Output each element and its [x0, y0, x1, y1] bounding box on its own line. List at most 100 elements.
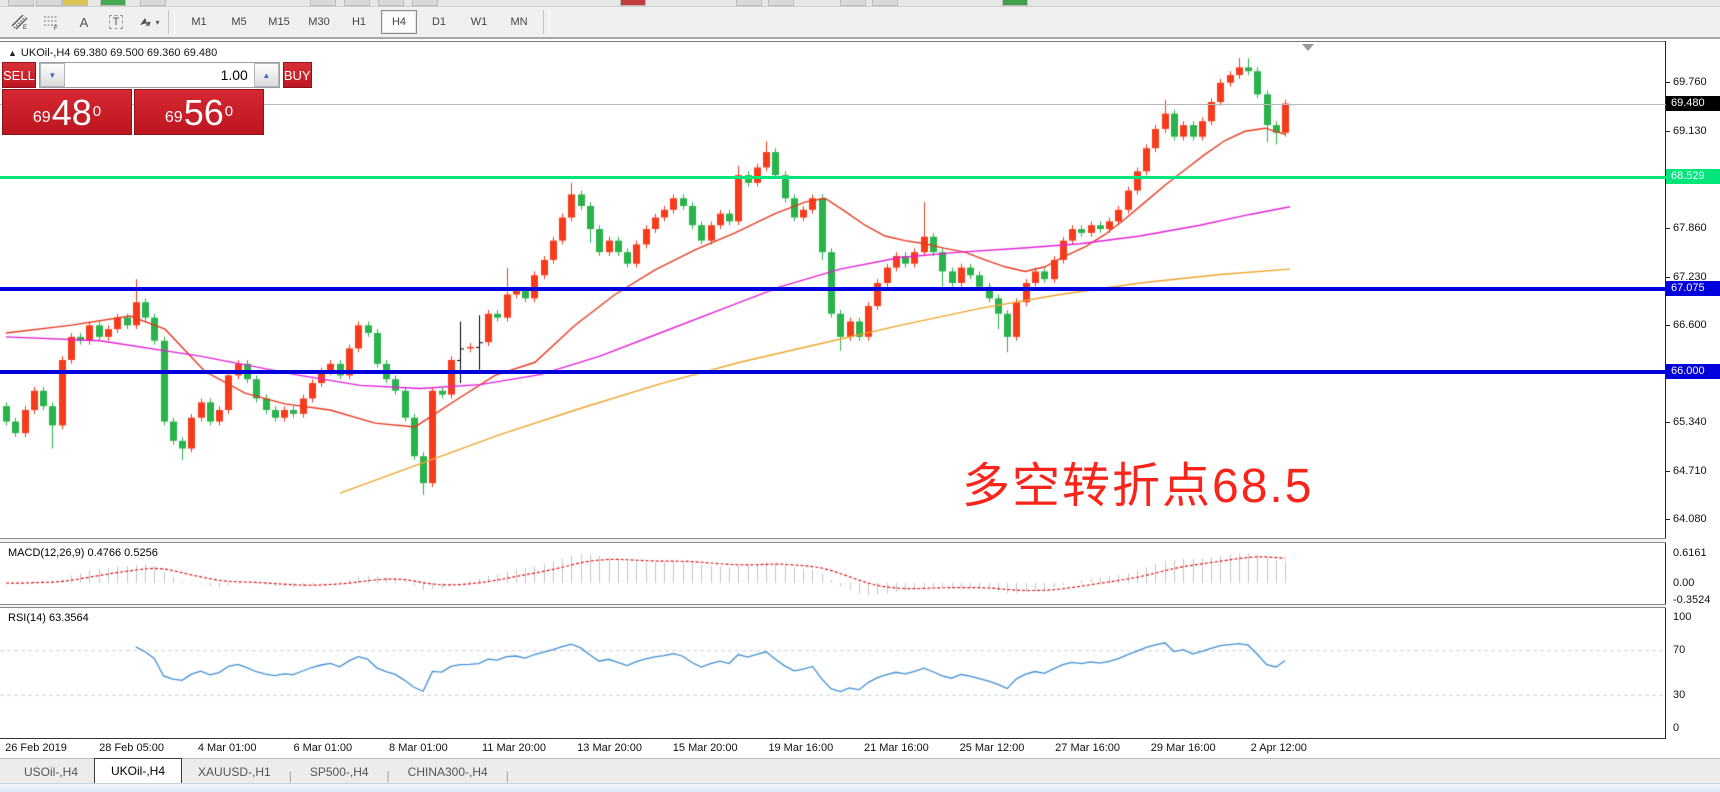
text-label-tool[interactable]: T [101, 9, 131, 35]
drawing-tools-group: E FA T ▾ [4, 9, 164, 35]
timeframe-button-h1[interactable]: H1 [341, 10, 377, 34]
price-tick [1666, 519, 1670, 520]
macd-scale-label: 0.6161 [1673, 547, 1719, 559]
dropdown-caret-icon: ▾ [155, 18, 159, 27]
timeframe-button-mn[interactable]: MN [501, 10, 537, 34]
time-axis-label: 19 Mar 16:00 [768, 742, 833, 754]
sell-button[interactable]: SELL [2, 62, 36, 88]
symbol-ohlc-text: UKOil-,H4 69.380 69.500 69.360 69.480 [21, 47, 217, 59]
price-badge-blue-line: 67.075 [1666, 281, 1720, 296]
price-badge-last-price: 69.480 [1666, 96, 1720, 111]
price-tick-label: 64.080 [1673, 513, 1719, 525]
clipped-toolbar-button[interactable] [8, 0, 34, 6]
toolbar-separator [543, 10, 550, 34]
tab-separator: | [287, 769, 294, 783]
macd-rsi-separator[interactable] [0, 604, 1666, 608]
timeframe-button-m5[interactable]: M5 [221, 10, 257, 34]
timeframe-button-w1[interactable]: W1 [461, 10, 497, 34]
price-tick [1666, 471, 1670, 472]
buy-button[interactable]: BUY [283, 62, 312, 88]
volume-decrease-button[interactable]: ▼ [40, 63, 65, 87]
time-axis-label: 26 Feb 2019 [5, 742, 67, 754]
price-tick [1666, 277, 1670, 278]
clipped-toolbar-button[interactable] [736, 0, 762, 6]
sell-price-digits: 48 [52, 95, 92, 131]
price-tick-label: 64.710 [1673, 465, 1719, 477]
rsi-scale-label: 70 [1673, 644, 1719, 656]
clipped-toolbar-button[interactable] [310, 0, 336, 6]
timeframe-button-d1[interactable]: D1 [421, 10, 457, 34]
timeframe-button-m15[interactable]: M15 [261, 10, 297, 34]
chart-right-border [1665, 41, 1666, 738]
svg-text:E: E [23, 25, 27, 30]
chart-tab-sp500h4[interactable]: SP500-,H4 [294, 761, 385, 783]
arrows-tool[interactable]: ▾ [133, 9, 163, 35]
clipped-toolbar-button[interactable] [378, 0, 404, 6]
price-tick [1666, 325, 1670, 326]
candlestick-chart-surface[interactable] [0, 39, 1666, 739]
time-axis-label: 6 Mar 01:00 [293, 742, 352, 754]
price-tick [1666, 131, 1670, 132]
blue-level-66000[interactable] [0, 370, 1666, 374]
chart-shift-marker-icon[interactable] [1302, 44, 1314, 51]
rsi-scale-label: 30 [1673, 689, 1719, 701]
collapse-one-click-icon[interactable]: ▲ [8, 48, 17, 58]
timeframe-button-h4[interactable]: H4 [381, 10, 417, 34]
clipped-toolbar-button[interactable] [840, 0, 866, 6]
chart-tab-ukoilh4[interactable]: UKOil-,H4 [94, 758, 182, 783]
buy-price-prefix: 69 [165, 105, 183, 131]
chart-tab-xauusdh1[interactable]: XAUUSD-,H1 [182, 761, 287, 783]
equidistant-channel-tool[interactable]: E [5, 9, 35, 35]
sell-price-prefix: 69 [33, 105, 51, 131]
clipped-toolbar-button[interactable] [344, 0, 370, 6]
price-tick-label: 65.340 [1673, 416, 1719, 428]
time-axis-label: 27 Mar 16:00 [1055, 742, 1120, 754]
clipped-toolbar-button[interactable] [768, 0, 794, 6]
macd-indicator-label: MACD(12,26,9) 0.4766 0.5256 [8, 547, 158, 559]
price-tick [1666, 82, 1670, 83]
time-axis-label: 11 Mar 20:00 [482, 742, 546, 754]
clipped-toolbar-button[interactable] [36, 0, 62, 6]
clipped-top-toolbar [0, 0, 1720, 7]
clipped-toolbar-button[interactable] [100, 0, 126, 6]
green-resistance-line[interactable] [0, 176, 1666, 179]
time-axis-label: 8 Mar 01:00 [389, 742, 448, 754]
time-axis-label: 29 Mar 16:00 [1151, 742, 1216, 754]
main-macd-separator[interactable] [0, 538, 1666, 543]
buy-price-point: 0 [225, 90, 233, 134]
fibonacci-retracement-tool[interactable]: F [37, 9, 67, 35]
macd-scale-label: 0.00 [1673, 577, 1719, 589]
sell-price-display[interactable]: 69 48 0 [2, 89, 132, 135]
symbol-ohlc-header: ▲ UKOil-,H4 69.380 69.500 69.360 69.480 [8, 47, 217, 59]
arrows-icon [136, 14, 154, 30]
clipped-toolbar-button[interactable] [62, 0, 88, 6]
clipped-toolbar-button[interactable] [140, 0, 166, 6]
price-tick-label: 69.130 [1673, 125, 1719, 137]
one-click-trading-panel: SELL ▼ ▲ BUY 69 48 0 69 56 0 [2, 62, 264, 135]
timeframe-button-m30[interactable]: M30 [301, 10, 337, 34]
clipped-toolbar-button[interactable] [872, 0, 898, 6]
price-tick [1666, 422, 1670, 423]
clipped-toolbar-button[interactable] [412, 0, 438, 6]
timeframe-button-m1[interactable]: M1 [181, 10, 217, 34]
time-axis-label: 13 Mar 20:00 [577, 742, 642, 754]
time-axis-line [0, 738, 1666, 739]
sell-price-point: 0 [93, 90, 101, 134]
macd-scale-label: -0.3524 [1673, 594, 1719, 606]
buy-price-digits: 56 [184, 95, 224, 131]
chart-tab-usoilh4[interactable]: USOil-,H4 [8, 761, 94, 783]
chart-tab-china300h4[interactable]: CHINA300-,H4 [392, 761, 504, 783]
clipped-toolbar-button[interactable] [1002, 0, 1028, 6]
price-tick-label: 66.600 [1673, 319, 1719, 331]
volume-increase-button[interactable]: ▲ [254, 63, 279, 87]
text-label-icon: T [109, 15, 124, 29]
buy-price-display[interactable]: 69 56 0 [134, 89, 264, 135]
text-tool[interactable]: A [69, 9, 99, 35]
volume-input[interactable] [65, 63, 254, 87]
text-icon: A [80, 15, 89, 30]
volume-stepper: ▼ ▲ [39, 62, 280, 88]
clipped-toolbar-button[interactable] [620, 0, 646, 6]
blue-level-67075[interactable] [0, 287, 1666, 291]
price-tick [1666, 228, 1670, 229]
time-axis-label: 15 Mar 20:00 [673, 742, 738, 754]
